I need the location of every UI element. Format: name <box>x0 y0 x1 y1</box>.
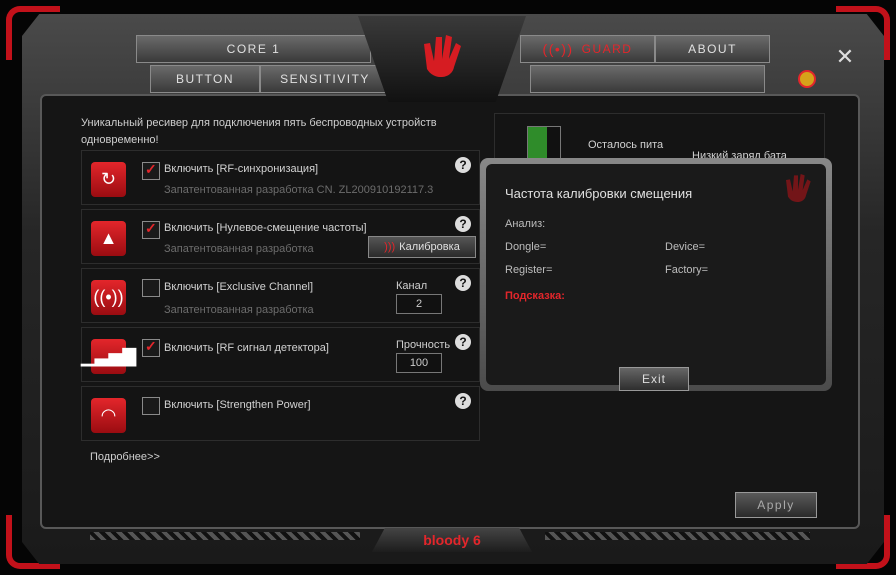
signal-icon: ((•)) <box>542 41 574 57</box>
feature-strengthen-power: ◠ Включить [Strengthen Power] ? <box>81 386 480 441</box>
feature-label: Включить [RF сигнал детектора] <box>164 342 329 354</box>
zero-offset-checkbox[interactable] <box>142 220 160 239</box>
feature-rf-detector: ▁▃▅▇ Включить [RF сигнал детектора] Проч… <box>81 327 480 382</box>
feature-label: Включить [Strengthen Power] <box>164 399 311 411</box>
close-icon[interactable]: ✕ <box>835 46 855 68</box>
tip-label: Подсказка: <box>505 290 565 302</box>
footer-stripe <box>90 532 360 540</box>
intro-text: Уникальный ресивер для подключения пять … <box>81 117 437 146</box>
battery-icon <box>527 126 561 160</box>
apply-button[interactable]: Apply <box>735 492 817 518</box>
strength-label: Прочность <box>396 339 451 351</box>
feature-sub: Запатентованная разработка CN. ZL2009101… <box>164 184 434 196</box>
help-icon[interactable]: ? <box>455 334 471 350</box>
tab-sensitivity[interactable]: Sensitivity <box>260 65 390 93</box>
tab-button[interactable]: Button <box>150 65 260 93</box>
feature-label: Включить [Exclusive Channel] <box>164 281 314 293</box>
strengthen-power-checkbox[interactable] <box>142 397 160 415</box>
signal-bars-icon: ▁▃▅▇ <box>81 339 136 374</box>
strength-input[interactable]: 100 <box>396 353 442 373</box>
help-icon[interactable]: ? <box>455 393 471 409</box>
tab-sensitivity-label: Sensitivity <box>280 72 370 86</box>
feature-label: Включить [RF-синхронизация] <box>164 163 319 175</box>
feature-rf-sync: ↻ Включить [RF-синхронизация] Запатентов… <box>81 150 480 205</box>
calibration-label: Калибровка <box>399 241 460 253</box>
rf-detector-checkbox[interactable] <box>142 338 160 357</box>
hand-logo-icon <box>424 35 461 78</box>
rf-sync-checkbox[interactable] <box>142 161 160 180</box>
feature-sub: Запатентованная разработка <box>164 304 314 316</box>
dialog-title: Частота калибровки смещения <box>505 186 693 201</box>
channel-icon: ((•)) <box>91 280 126 315</box>
channel-label: Канал <box>396 280 428 292</box>
factory-label: Factory= <box>665 264 709 276</box>
antenna-icon: ▲ <box>91 221 126 256</box>
analysis-label: Анализ: <box>505 218 546 230</box>
signal-icon: ))) <box>384 241 396 253</box>
tab-about[interactable]: About <box>655 35 770 63</box>
help-icon[interactable]: ? <box>455 216 471 232</box>
help-icon[interactable]: ? <box>455 157 471 173</box>
tab-guard[interactable]: ((•)) Guard <box>520 35 655 63</box>
dialog-body: Частота калибровки смещения Анализ: Dong… <box>486 164 826 391</box>
footer-logo: bloody 6 <box>372 528 532 552</box>
tab-guard-label: Guard <box>581 42 633 56</box>
dongle-label: Dongle= <box>505 241 547 253</box>
battery-remaining: Осталось пита <box>588 139 664 151</box>
device-label: Device= <box>665 241 706 253</box>
rf-sync-icon: ↻ <box>91 162 126 197</box>
calibration-dialog: Частота калибровки смещения Анализ: Dong… <box>480 158 832 391</box>
tab-core1[interactable]: Core 1 <box>136 35 371 63</box>
feature-zero-offset: ▲ Включить [Нулевое-смещение частоты] За… <box>81 209 480 264</box>
tab-button-label: Button <box>175 72 235 86</box>
feature-label: Включить [Нулевое-смещение частоты] <box>164 222 367 234</box>
tab-about-label: About <box>688 42 737 56</box>
tab-core1-label: Core 1 <box>226 42 281 56</box>
help-icon[interactable]: ? <box>455 275 471 291</box>
channel-input[interactable]: 2 <box>396 294 442 314</box>
exit-button[interactable]: Exit <box>619 367 689 391</box>
more-link[interactable]: Подробнее>> <box>90 451 160 463</box>
hand-logo-icon <box>786 174 811 203</box>
feature-sub: Запатентованная разработка <box>164 243 314 255</box>
tab-blank <box>530 65 765 93</box>
alert-icon[interactable] <box>798 70 816 88</box>
exclusive-channel-checkbox[interactable] <box>142 279 160 297</box>
register-label: Register= <box>505 264 553 276</box>
wifi-icon: ◠ <box>91 398 126 433</box>
footer-stripe <box>545 532 810 540</box>
feature-exclusive-channel: ((•)) Включить [Exclusive Channel] Запат… <box>81 268 480 323</box>
calibration-button[interactable]: ))) Калибровка <box>368 236 476 258</box>
